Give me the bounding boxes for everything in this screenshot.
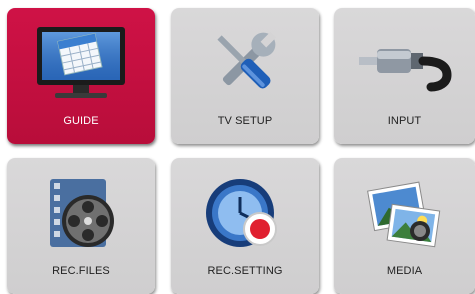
film-reel-icon bbox=[7, 170, 155, 256]
photo-media-icon bbox=[334, 170, 475, 256]
menu-tile-label: GUIDE bbox=[63, 115, 99, 127]
tv-guide-icon bbox=[7, 20, 155, 106]
menu-tile-rec-setting[interactable]: REC.SETTING bbox=[171, 158, 319, 294]
menu-tile-tv-setup[interactable]: TV SETUP bbox=[171, 8, 319, 144]
rca-cable-icon bbox=[334, 20, 475, 106]
menu-tile-media[interactable]: MEDIA bbox=[334, 158, 475, 294]
menu-tile-label: REC.FILES bbox=[52, 265, 110, 277]
menu-tile-label: TV SETUP bbox=[217, 115, 273, 127]
record-clock-icon bbox=[171, 170, 319, 256]
menu-tile-input[interactable]: INPUT bbox=[334, 8, 475, 144]
menu-tile-label: REC.SETTING bbox=[207, 265, 283, 277]
menu-tile-label: MEDIA bbox=[386, 265, 423, 277]
tools-icon bbox=[171, 20, 319, 106]
menu-tile-guide[interactable]: GUIDE bbox=[7, 8, 155, 144]
menu-tile-rec-files[interactable]: REC.FILES bbox=[7, 158, 155, 294]
menu-tile-label: INPUT bbox=[387, 115, 422, 127]
